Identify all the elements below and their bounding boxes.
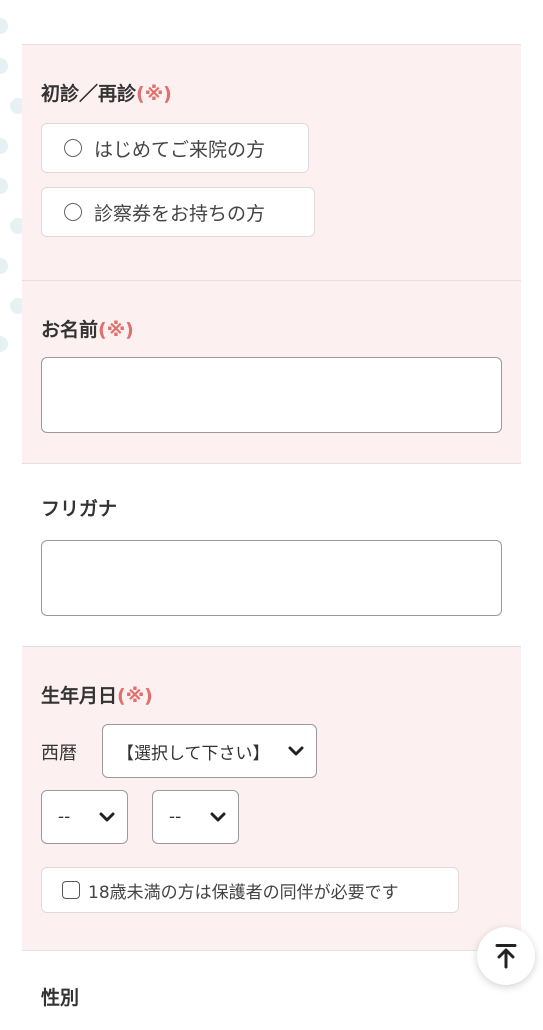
birthdate-section: 生年月日(※) 西暦 【選択して下さい】 -- -- 18歳未満の方は保護者の同… bbox=[22, 646, 521, 950]
registration-form: 初診／再診(※) はじめてご来院の方 診察券をお持ちの方 お名前(※) フリガナ… bbox=[22, 44, 521, 1030]
furigana-label: フリガナ bbox=[41, 498, 118, 520]
radio-first-visit[interactable]: はじめてご来院の方 bbox=[41, 123, 309, 173]
radio-returning-visit-label: 診察券をお持ちの方 bbox=[94, 202, 266, 225]
checkbox-icon[interactable] bbox=[62, 881, 80, 899]
radio-returning-visit[interactable]: 診察券をお持ちの方 bbox=[41, 187, 315, 237]
required-mark: (※) bbox=[117, 685, 153, 707]
day-select-value: -- bbox=[169, 807, 182, 827]
gender-label: 性別 bbox=[41, 987, 80, 1009]
year-select-value: 【選択して下さい】 bbox=[117, 743, 270, 764]
chevron-down-icon bbox=[210, 812, 226, 822]
month-select-value: -- bbox=[58, 807, 71, 827]
chevron-down-icon bbox=[99, 812, 115, 822]
radio-first-visit-label: はじめてご来院の方 bbox=[94, 138, 266, 161]
name-input[interactable] bbox=[41, 357, 502, 433]
radio-circle-icon[interactable] bbox=[64, 139, 82, 157]
month-select[interactable]: -- bbox=[41, 790, 128, 844]
scroll-to-top-button[interactable] bbox=[477, 927, 535, 985]
background-dots bbox=[0, 0, 26, 360]
visit-type-section: 初診／再診(※) はじめてご来院の方 診察券をお持ちの方 bbox=[22, 44, 521, 280]
name-section: お名前(※) bbox=[22, 280, 521, 463]
name-label: お名前(※) bbox=[41, 319, 134, 341]
day-select[interactable]: -- bbox=[152, 790, 239, 844]
required-mark: (※) bbox=[136, 83, 172, 105]
furigana-input[interactable] bbox=[41, 540, 502, 616]
visit-type-label: 初診／再診(※) bbox=[41, 83, 172, 105]
radio-circle-icon[interactable] bbox=[64, 203, 82, 221]
required-mark: (※) bbox=[98, 319, 134, 341]
furigana-section: フリガナ bbox=[22, 463, 521, 646]
arrow-up-to-top-icon bbox=[495, 944, 517, 969]
guardian-note-label: 18歳未満の方は保護者の同伴が必要です bbox=[88, 882, 399, 903]
gender-section: 性別 bbox=[22, 950, 521, 1030]
chevron-down-icon bbox=[288, 746, 304, 756]
era-label: 西暦 bbox=[41, 743, 77, 764]
birthdate-label: 生年月日(※) bbox=[41, 685, 153, 707]
year-select[interactable]: 【選択して下さい】 bbox=[102, 724, 317, 778]
guardian-checkbox-option[interactable]: 18歳未満の方は保護者の同伴が必要です bbox=[41, 867, 459, 913]
